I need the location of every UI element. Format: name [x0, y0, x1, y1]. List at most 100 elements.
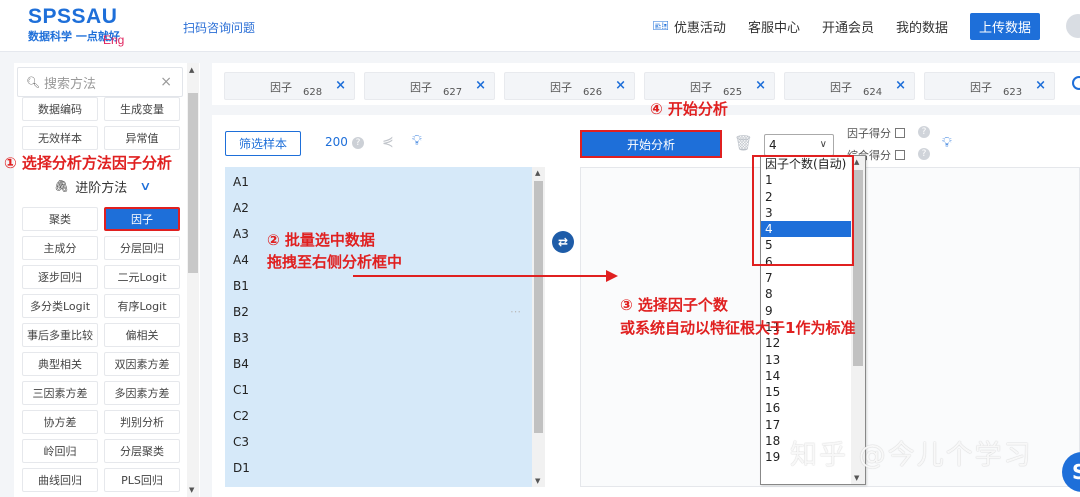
- method-button[interactable]: 主成分: [22, 236, 98, 260]
- analysis-tab[interactable]: 因子 628 ×: [224, 72, 355, 100]
- upload-data-button[interactable]: 上传数据: [969, 12, 1040, 40]
- variable-item[interactable]: A2: [233, 201, 249, 215]
- avatar[interactable]: [1066, 14, 1080, 38]
- method-button[interactable]: 判别分析: [104, 410, 180, 434]
- method-button[interactable]: 协方差: [22, 410, 98, 434]
- variable-list-scrollbar[interactable]: ▲ ▼: [532, 167, 545, 487]
- dropdown-option[interactable]: 7: [761, 270, 851, 286]
- method-button[interactable]: 生成变量: [104, 97, 180, 121]
- variable-item[interactable]: B1: [233, 279, 249, 293]
- analysis-tab[interactable]: 因子 625 ×: [644, 72, 775, 100]
- method-button[interactable]: 典型相关: [22, 352, 98, 376]
- help-question-icon[interactable]: ?: [918, 148, 930, 160]
- nav-promo[interactable]: 🎫︎ 优惠活动: [652, 17, 726, 36]
- method-button[interactable]: 三因素方差: [22, 381, 98, 405]
- drag-arrow-head-icon: [606, 270, 618, 282]
- scroll-down-arrow-icon[interactable]: ▼: [189, 486, 194, 494]
- method-button[interactable]: 逐步回归: [22, 265, 98, 289]
- scroll-down-arrow-icon[interactable]: ▼: [854, 474, 859, 482]
- lightbulb-icon[interactable]: 💡︎: [942, 135, 952, 151]
- language-english-link[interactable]: Eng: [103, 33, 124, 47]
- method-button[interactable]: 二元Logit: [104, 265, 180, 289]
- variable-item[interactable]: B2: [233, 305, 249, 319]
- swap-transfer-icon[interactable]: ⇄: [552, 231, 574, 253]
- analysis-tab[interactable]: 因子 624 ×: [784, 72, 915, 100]
- scroll-up-arrow-icon[interactable]: ▲: [854, 158, 859, 166]
- composite-score-checkbox[interactable]: [895, 150, 905, 160]
- method-button[interactable]: 有序Logit: [104, 294, 180, 318]
- close-tab-icon[interactable]: ×: [1035, 78, 1046, 93]
- dropdown-option[interactable]: 8: [761, 286, 851, 302]
- nav-my-data[interactable]: 我的数据: [896, 17, 948, 36]
- method-button[interactable]: 分层聚类: [104, 439, 180, 463]
- dropdown-option[interactable]: 16: [761, 400, 851, 416]
- analysis-tab[interactable]: 因子 623 ×: [924, 72, 1055, 100]
- dropdown-option[interactable]: 5: [761, 237, 851, 253]
- dropdown-option[interactable]: 1: [761, 172, 851, 188]
- trash-icon[interactable]: 🗑︎: [734, 134, 753, 152]
- variable-item[interactable]: A1: [233, 175, 249, 189]
- more-tabs-icon[interactable]: [1072, 76, 1080, 90]
- method-cluster[interactable]: 聚类: [22, 207, 98, 231]
- method-button[interactable]: 多因素方差: [104, 381, 180, 405]
- scroll-up-arrow-icon[interactable]: ▲: [189, 66, 194, 74]
- dropdown-option[interactable]: 因子个数(自动): [761, 156, 851, 172]
- help-question-icon[interactable]: ?: [918, 126, 930, 138]
- dropdown-option[interactable]: 3: [761, 205, 851, 221]
- scroll-down-arrow-icon[interactable]: ▼: [535, 477, 540, 485]
- method-button[interactable]: 异常值: [104, 126, 180, 150]
- dropdown-option[interactable]: 6: [761, 254, 851, 270]
- factor-score-checkbox[interactable]: [895, 128, 905, 138]
- dropdown-option-selected[interactable]: 4: [761, 221, 851, 238]
- method-button[interactable]: PLS回归: [104, 468, 180, 492]
- method-button[interactable]: 分层回归: [104, 236, 180, 260]
- method-factor-active[interactable]: 因子: [104, 207, 180, 231]
- method-button[interactable]: 数据编码: [22, 97, 98, 121]
- dropdown-option[interactable]: 13: [761, 352, 851, 368]
- method-button[interactable]: 多分类Logit: [22, 294, 98, 318]
- consult-qr-link[interactable]: 扫码咨询问题: [183, 19, 255, 36]
- method-button[interactable]: 双因素方差: [104, 352, 180, 376]
- factor-count-select[interactable]: 4 ∨: [764, 134, 834, 156]
- analysis-tab[interactable]: 因子 626 ×: [504, 72, 635, 100]
- method-button[interactable]: 偏相关: [104, 323, 180, 347]
- dropdown-option[interactable]: 14: [761, 368, 851, 384]
- method-search-input[interactable]: 🔍︎ 搜索方法 ×: [17, 67, 183, 97]
- start-analysis-button[interactable]: 开始分析: [580, 130, 722, 158]
- scroll-up-arrow-icon[interactable]: ▲: [535, 169, 540, 177]
- nav-member[interactable]: 开通会员: [822, 17, 874, 36]
- help-question-icon[interactable]: ?: [352, 137, 364, 149]
- close-tab-icon[interactable]: ×: [895, 78, 906, 93]
- variable-item[interactable]: D1: [233, 461, 250, 475]
- variable-item[interactable]: B4: [233, 357, 249, 371]
- close-tab-icon[interactable]: ×: [475, 78, 486, 93]
- method-button[interactable]: 事后多重比较: [22, 323, 98, 347]
- variable-item[interactable]: C2: [233, 409, 249, 423]
- variable-scroll-thumb[interactable]: [534, 181, 543, 433]
- share-icon[interactable]: ⋞: [382, 134, 394, 150]
- variable-list[interactable]: A1 A2 A3 A4 B1 B2 B3 B4 C1 C2 C3 D1: [225, 167, 545, 487]
- advanced-methods-toggle[interactable]: 🖇︎ 进阶方法 ∨: [22, 173, 182, 199]
- dropdown-option[interactable]: 2: [761, 189, 851, 205]
- factor-score-option[interactable]: 因子得分: [847, 125, 905, 141]
- lightbulb-icon[interactable]: 💡︎: [412, 133, 422, 149]
- method-button[interactable]: 岭回归: [22, 439, 98, 463]
- variable-item[interactable]: B3: [233, 331, 249, 345]
- variable-item[interactable]: A3: [233, 227, 249, 241]
- dropdown-option[interactable]: 15: [761, 384, 851, 400]
- analysis-tab[interactable]: 因子 627 ×: [364, 72, 495, 100]
- dropdown-option[interactable]: 17: [761, 417, 851, 433]
- variable-item[interactable]: A4: [233, 253, 249, 267]
- close-tab-icon[interactable]: ×: [755, 78, 766, 93]
- sidebar-scroll-thumb[interactable]: [188, 93, 198, 273]
- variable-item[interactable]: C3: [233, 435, 249, 449]
- variable-item[interactable]: C1: [233, 383, 249, 397]
- close-tab-icon[interactable]: ×: [615, 78, 626, 93]
- method-button[interactable]: 曲线回归: [22, 468, 98, 492]
- filter-sample-button[interactable]: 筛选样本: [225, 131, 301, 156]
- nav-service[interactable]: 客服中心: [748, 17, 800, 36]
- method-button[interactable]: 无效样本: [22, 126, 98, 150]
- clear-search-icon[interactable]: ×: [160, 74, 172, 90]
- sidebar-scrollbar[interactable]: ▲ ▼: [187, 63, 199, 497]
- close-tab-icon[interactable]: ×: [335, 78, 346, 93]
